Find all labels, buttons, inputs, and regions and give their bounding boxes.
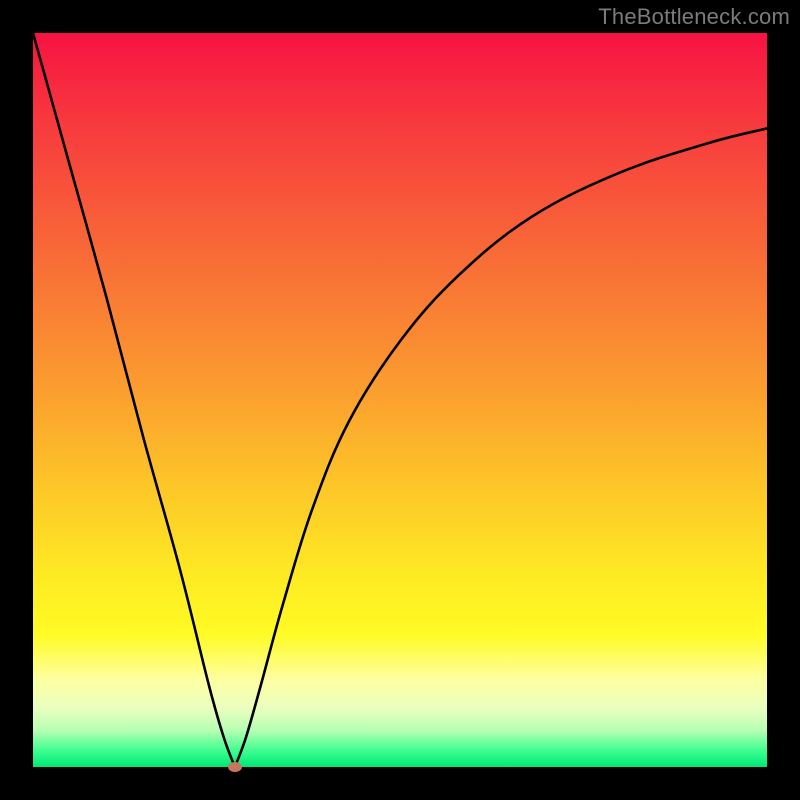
chart-frame: TheBottleneck.com [0, 0, 800, 800]
minimum-marker [228, 762, 242, 772]
watermark-text: TheBottleneck.com [598, 4, 790, 30]
bottleneck-curve [33, 33, 767, 767]
